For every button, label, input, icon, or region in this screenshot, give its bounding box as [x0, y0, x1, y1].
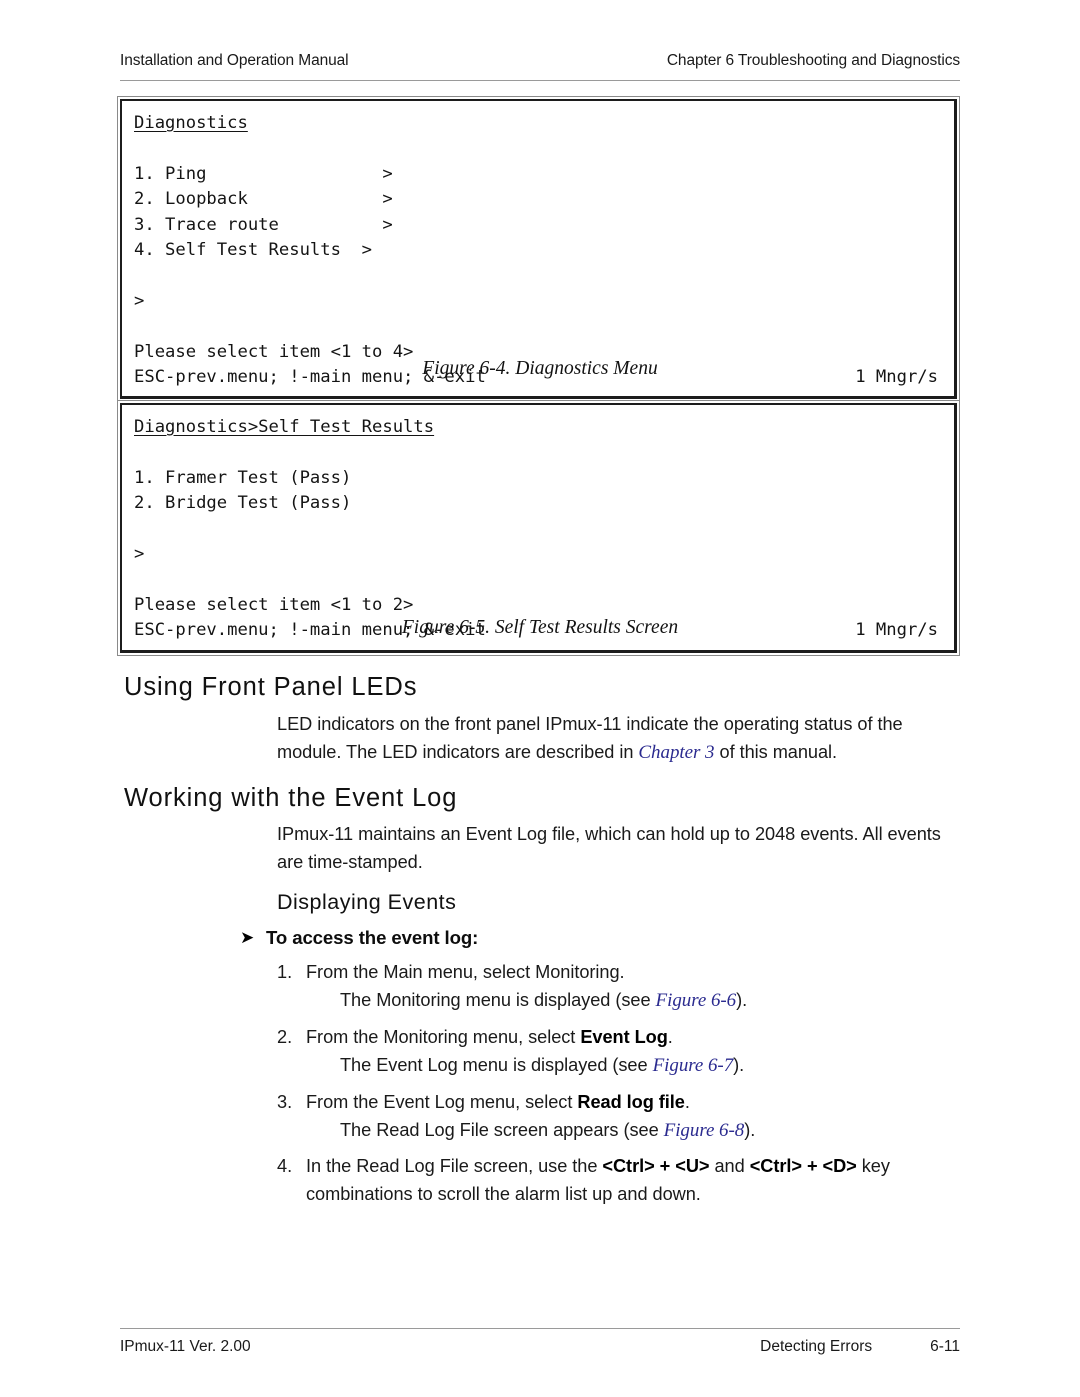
figure-caption-6-4: Figure 6-4. Diagnostics Menu: [422, 358, 658, 379]
step-result-part: The Monitoring menu is displayed (see: [340, 990, 656, 1010]
footer-right-group: Detecting Errors 6-11: [760, 1338, 960, 1356]
step-text-part: .: [667, 1027, 673, 1047]
step-text: From the Monitoring menu, select Event L…: [306, 1023, 673, 1051]
step-text: From the Event Log menu, select Read log…: [306, 1088, 690, 1116]
terminal-command-prompt[interactable]: >: [134, 289, 942, 314]
terminal-inner-frame: Diagnostics>Self Test Results 1. Framer …: [120, 403, 957, 653]
terminal-menu-item[interactable]: 1. Ping >: [134, 162, 942, 187]
step-text-part: .: [684, 1092, 690, 1112]
cross-reference-chapter-3[interactable]: Chapter 3: [638, 742, 714, 763]
procedure-step-2: 2. From the Monitoring menu, select Even…: [277, 1023, 967, 1080]
step-number: 2.: [277, 1027, 293, 1047]
section-heading-event-log: Working with the Event Log: [124, 784, 458, 812]
step-keyword-menu-item: Event Log: [580, 1027, 668, 1047]
paragraph-text: of this manual.: [714, 742, 838, 762]
step-result-part: ).: [744, 1120, 756, 1140]
terminal-menu-item[interactable]: 4. Self Test Results >: [134, 238, 942, 263]
procedure-heading-text: To access the event log:: [266, 927, 479, 948]
page-footer: IPmux-11 Ver. 2.00 Detecting Errors 6-11: [120, 1338, 960, 1356]
terminal-select-prompt: Please select item <1 to 2>: [134, 594, 414, 615]
header-right-text: Chapter 6 Troubleshooting and Diagnostic…: [666, 52, 960, 69]
step-result-part: ).: [733, 1055, 745, 1075]
terminal-command-prompt[interactable]: >: [134, 542, 942, 567]
step-row: 4. In the Read Log File screen, use the …: [277, 1152, 967, 1208]
cross-reference-figure-6-7[interactable]: Figure 6-7: [653, 1055, 734, 1076]
terminal-screen-diagnostics: Diagnostics 1. Ping > 2. Loopback > 3. T…: [117, 96, 960, 403]
step-result-text: The Read Log File screen appears (see Fi…: [340, 1116, 967, 1145]
step-number: 1.: [277, 962, 293, 982]
step-result-part: ).: [736, 990, 748, 1010]
cross-reference-figure-6-8[interactable]: Figure 6-8: [664, 1120, 745, 1141]
step-text-part: From the Monitoring menu, select: [306, 1027, 581, 1047]
step-text-part: From the Event Log menu, select: [306, 1092, 578, 1112]
step-text: In the Read Log File screen, use the <Ct…: [306, 1152, 967, 1208]
paragraph-event-log-intro: IPmux-11 maintains an Event Log file, wh…: [277, 824, 941, 872]
step-result-text: The Event Log menu is displayed (see Fig…: [340, 1051, 967, 1080]
procedure-step-4: 4. In the Read Log File screen, use the …: [277, 1152, 967, 1208]
step-row: 3. From the Event Log menu, select Read …: [277, 1088, 967, 1116]
section-heading-front-panel-leds: Using Front Panel LEDs: [124, 673, 418, 701]
procedure-step-3: 3. From the Event Log menu, select Read …: [277, 1088, 967, 1145]
page-header: Installation and Operation Manual Chapte…: [120, 52, 960, 70]
terminal-menu-item[interactable]: 3. Trace route >: [134, 213, 942, 238]
terminal-menu-item[interactable]: 2. Loopback >: [134, 187, 942, 212]
step-text-part: and: [709, 1156, 750, 1176]
terminal-inner-frame: Diagnostics 1. Ping > 2. Loopback > 3. T…: [120, 99, 957, 400]
footer-page-number: 6-11: [930, 1338, 960, 1355]
step-number: 3.: [277, 1092, 293, 1112]
procedure-step-1: 1. From the Main menu, select Monitoring…: [277, 958, 967, 1015]
footer-product-version: IPmux-11 Ver. 2.00: [120, 1338, 251, 1355]
terminal-menu-item[interactable]: 1. Framer Test (Pass): [134, 466, 942, 491]
header-left-text: Installation and Operation Manual: [120, 52, 349, 69]
step-text: From the Main menu, select Monitoring.: [306, 958, 625, 986]
step-text-part: From the Main menu, select Monitoring.: [306, 962, 625, 982]
step-text-part: In the Read Log File screen, use the: [306, 1156, 603, 1176]
paragraph-led-indicators: LED indicators on the front panel IPmux-…: [277, 710, 957, 767]
step-result-text: The Monitoring menu is displayed (see Fi…: [340, 986, 967, 1015]
step-row: 2. From the Monitoring menu, select Even…: [277, 1023, 967, 1051]
header-divider: [120, 80, 960, 81]
procedure-heading: ➤ To access the event log:: [240, 927, 478, 949]
terminal-menu-item[interactable]: 2. Bridge Test (Pass): [134, 491, 942, 516]
figure-caption-6-5: Figure 6-5. Self Test Results Screen: [401, 617, 679, 638]
manual-page: Installation and Operation Manual Chapte…: [0, 0, 1080, 1397]
footer-section-title: Detecting Errors: [760, 1338, 873, 1355]
terminal-title-diagnostics: Diagnostics: [134, 113, 248, 133]
step-result-part: The Event Log menu is displayed (see: [340, 1055, 653, 1075]
step-result-part: The Read Log File screen appears (see: [340, 1120, 664, 1140]
terminal-title-self-test: Diagnostics>Self Test Results: [134, 417, 435, 437]
step-keyword-shortcut-ctrl-u: <Ctrl> + <U>: [602, 1156, 710, 1176]
step-row: 1. From the Main menu, select Monitoring…: [277, 958, 967, 986]
step-number: 4.: [277, 1156, 293, 1176]
cross-reference-figure-6-6[interactable]: Figure 6-6: [656, 990, 737, 1011]
subsection-heading-displaying-events: Displaying Events: [277, 890, 457, 914]
step-keyword-menu-item: Read log file: [577, 1092, 685, 1112]
step-keyword-shortcut-ctrl-d: <Ctrl> + <D>: [749, 1156, 857, 1176]
arrow-bullet-icon: ➤: [240, 928, 255, 947]
footer-divider: [120, 1328, 960, 1329]
